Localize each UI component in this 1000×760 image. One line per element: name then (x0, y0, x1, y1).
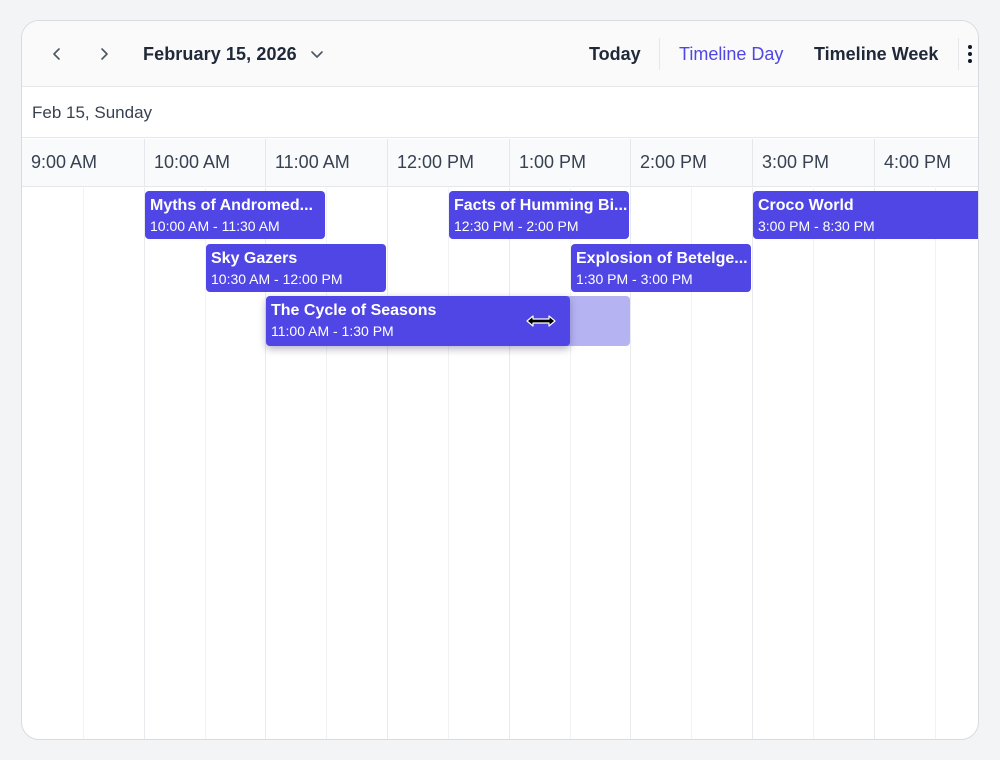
chevron-left-icon (53, 48, 60, 60)
event-time: 12:30 PM - 2:00 PM (454, 218, 579, 234)
time-slot-header: 12:00 PM (387, 139, 508, 187)
time-slot-header: 3:00 PM (752, 139, 873, 187)
grid-line (387, 188, 388, 739)
chevron-down-icon (309, 46, 325, 62)
event-title: Myths of Andromed... (150, 197, 313, 214)
chevron-right-icon (101, 48, 108, 60)
event-title: Croco World (758, 197, 854, 214)
grid-line (935, 188, 936, 739)
date-range-picker[interactable]: February 15, 2026 (143, 41, 325, 67)
grid-line (813, 188, 814, 739)
timeline-day-button[interactable]: Timeline Day (679, 41, 783, 67)
event-myths-of-andromeda[interactable]: Myths of Andromed... 10:00 AM - 11:30 AM (145, 191, 325, 239)
more-vertical-icon[interactable] (958, 38, 978, 70)
time-slot-header: 10:00 AM (144, 139, 265, 187)
grid-line (752, 188, 753, 739)
event-title: Sky Gazers (211, 250, 298, 267)
current-date-label: February 15, 2026 (143, 43, 297, 64)
scheduler: February 15, 2026 Today Timeline Day Tim… (21, 20, 979, 740)
event-time: 3:00 PM - 8:30 PM (758, 218, 875, 234)
event-croco-world[interactable]: Croco World 3:00 PM - 8:30 PM (753, 191, 978, 239)
previous-button[interactable] (43, 40, 71, 68)
grid-line (448, 188, 449, 739)
grid-line (874, 188, 875, 739)
grid-line (509, 188, 510, 739)
event-time: 10:30 AM - 12:00 PM (211, 271, 343, 287)
timeline-grid[interactable]: Myths of Andromed... 10:00 AM - 11:30 AM… (22, 188, 978, 739)
today-button[interactable]: Today (589, 41, 641, 67)
date-header: Feb 15, Sunday (22, 88, 978, 138)
event-explosion-of-betelgeuse[interactable]: Explosion of Betelge... 1:30 PM - 3:00 P… (571, 244, 751, 292)
event-time: 10:00 AM - 11:30 AM (150, 218, 280, 234)
event-title: Facts of Humming Bi... (454, 197, 628, 214)
event-title: Explosion of Betelge... (576, 250, 748, 267)
grid-line (83, 188, 84, 739)
resize-cursor-icon (526, 315, 556, 327)
event-time: 1:30 PM - 3:00 PM (576, 271, 693, 287)
event-sky-gazers[interactable]: Sky Gazers 10:30 AM - 12:00 PM (206, 244, 386, 292)
toolbar-divider (659, 38, 660, 70)
time-slot-header: 9:00 AM (31, 152, 98, 172)
time-slot-header: 4:00 PM (874, 139, 978, 187)
grid-line (144, 188, 145, 739)
time-slot-header: 1:00 PM (509, 139, 630, 187)
time-slot-header: 2:00 PM (630, 139, 751, 187)
timeline-week-button[interactable]: Timeline Week (814, 41, 938, 67)
time-header: 9:00 AM 10:00 AM 11:00 AM 12:00 PM 1:00 … (22, 139, 978, 187)
next-button[interactable] (90, 40, 118, 68)
date-header-label: Feb 15, Sunday (32, 103, 153, 122)
event-facts-of-humming-birds[interactable]: Facts of Humming Bi... 12:30 PM - 2:00 P… (449, 191, 629, 239)
time-slot-header: 11:00 AM (265, 139, 386, 187)
scheduler-toolbar: February 15, 2026 Today Timeline Day Tim… (22, 21, 978, 87)
